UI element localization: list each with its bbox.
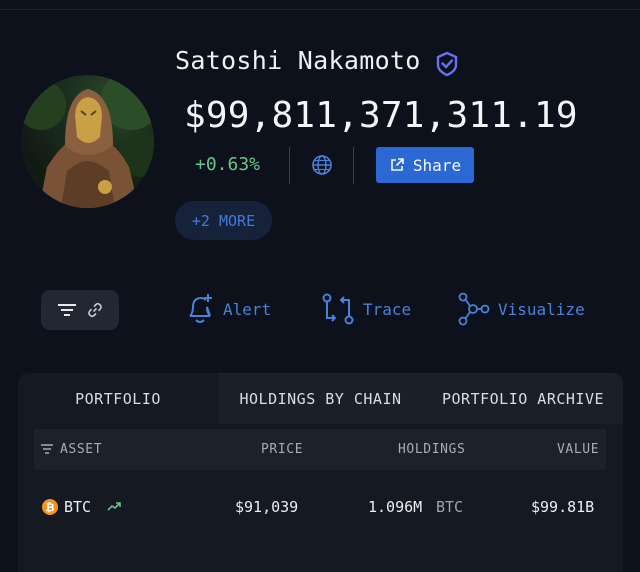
globe-icon[interactable] <box>311 154 333 176</box>
bell-plus-icon <box>189 294 212 323</box>
filter-link-button[interactable] <box>41 290 119 330</box>
table-header: ASSET PRICE HOLDINGS VALUE <box>34 429 606 470</box>
alert-action[interactable]: Alert <box>185 292 271 326</box>
trace-icon <box>322 293 354 325</box>
tab-portfolio-archive[interactable]: PORTFOLIO ARCHIVE <box>423 373 623 424</box>
external-link-icon <box>391 158 404 171</box>
avatar <box>21 75 154 208</box>
tab-holdings-by-chain[interactable]: HOLDINGS BY CHAIN <box>218 373 423 424</box>
more-tags-button[interactable]: +2 MORE <box>175 201 272 240</box>
tab-portfolio[interactable]: PORTFOLIO <box>18 373 218 424</box>
trace-label: Trace <box>363 299 412 319</box>
verified-badge-icon <box>436 51 458 77</box>
link-icon <box>88 302 102 318</box>
asset-symbol: BTC <box>64 498 92 516</box>
balance-change: +0.63% <box>195 154 261 175</box>
filter-icon <box>58 304 76 316</box>
asset-value: $99.81B <box>531 498 595 516</box>
table-row[interactable]: ₿ BTC $91,039 1.096M BTC $99.81B <box>34 488 606 518</box>
divider <box>289 147 290 184</box>
svg-text:₿: ₿ <box>46 501 55 514</box>
column-holdings[interactable]: HOLDINGS <box>398 442 465 457</box>
graph-nodes-icon <box>458 292 490 326</box>
sort-icon[interactable] <box>41 444 53 454</box>
profile-name: Satoshi Nakamoto <box>175 46 421 75</box>
share-button[interactable]: Share <box>376 147 474 183</box>
asset-holdings: 1.096M <box>368 498 423 516</box>
share-label: Share <box>412 155 462 175</box>
top-divider <box>0 9 640 10</box>
portfolio-panel: PORTFOLIO HOLDINGS BY CHAIN PORTFOLIO AR… <box>18 373 623 572</box>
divider <box>353 147 354 184</box>
trace-action[interactable]: Trace <box>321 292 411 326</box>
avatar-statue-image <box>21 75 154 208</box>
column-asset[interactable]: ASSET <box>60 442 102 457</box>
bitcoin-icon: ₿ <box>42 499 58 515</box>
column-price[interactable]: PRICE <box>261 442 303 457</box>
alert-label: Alert <box>223 299 272 319</box>
portfolio-balance: $99,811,371,311.19 <box>184 95 578 136</box>
trending-up-icon <box>107 502 121 511</box>
visualize-label: Visualize <box>498 299 585 319</box>
visualize-action[interactable]: Visualize <box>458 292 585 326</box>
column-value[interactable]: VALUE <box>557 442 599 457</box>
holdings-unit: BTC <box>436 498 464 516</box>
asset-price: $91,039 <box>235 498 299 516</box>
